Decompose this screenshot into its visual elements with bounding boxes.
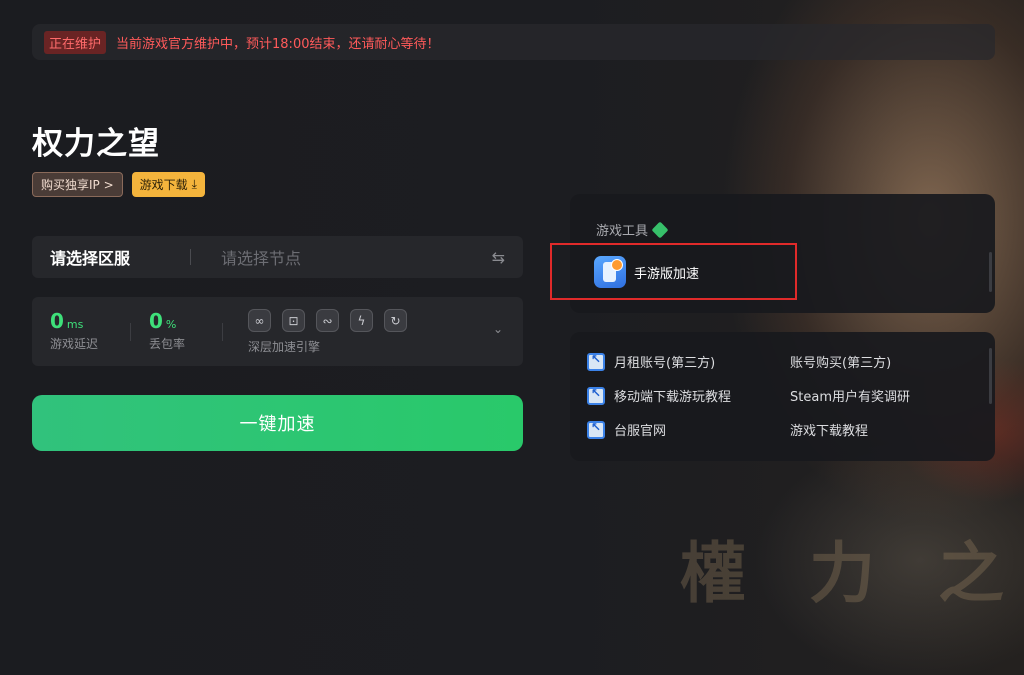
one-click-accelerate-button[interactable]: 一键加速 xyxy=(32,395,523,451)
link-icon xyxy=(587,420,605,439)
buy-exclusive-ip-button[interactable]: 购买独享IP > xyxy=(32,172,123,197)
background-game-logo: 權 力 之 望 xyxy=(680,534,1024,612)
stats-panel: 0 ms 游戏延迟 0% 丢包率 ∞ ⊡ ∾ ϟ ↻ 深层加速引擎 ⌄ xyxy=(32,297,523,366)
engine-icons: ∞ ⊡ ∾ ϟ ↻ xyxy=(248,309,407,332)
route-engine-icon[interactable]: ⊡ xyxy=(282,309,305,332)
maintenance-notice-bar: 正在维护 当前游戏官方维护中，预计18:00结束，还请耐心等待！ xyxy=(32,24,995,60)
link-steam-survey[interactable]: Steam用户有奖调研 xyxy=(790,386,910,405)
game-tools-title: 游戏工具 xyxy=(596,220,669,239)
link-icon xyxy=(587,352,605,371)
chevron-down-icon[interactable]: ⌄ xyxy=(493,322,503,336)
latency-value: 0 xyxy=(50,309,64,333)
game-tags: 购买独享IP > 游戏下载 ⤓ xyxy=(32,172,205,197)
boost-engine-icon[interactable]: ϟ xyxy=(350,309,373,332)
link-icon xyxy=(587,386,605,405)
link-tw-official-site[interactable]: 台服官网 xyxy=(587,420,666,439)
download-icon: ⤓ xyxy=(191,177,197,191)
multi-link-engine-icon[interactable]: ∾ xyxy=(316,309,339,332)
server-divider xyxy=(190,249,191,265)
links-scrollbar[interactable] xyxy=(989,348,992,404)
game-download-label: 游戏下载 xyxy=(139,178,188,192)
link-label: 月租账号(第三方) xyxy=(614,356,716,371)
maintenance-badge: 正在维护 xyxy=(44,30,107,54)
link-label: 移动端下载游玩教程 xyxy=(614,390,732,405)
maintenance-text: 当前游戏官方维护中，预计18:00结束，还请耐心等待！ xyxy=(116,36,440,52)
buy-exclusive-ip-label: 购买独享IP > xyxy=(41,178,114,192)
link-label: 游戏下载教程 xyxy=(790,424,869,439)
link-label: Steam用户有奖调研 xyxy=(790,390,910,405)
packet-loss-label: 丢包率 xyxy=(149,337,186,351)
node-select[interactable]: 请选择节点 xyxy=(221,245,492,269)
links-panel: 月租账号(第三方) 账号购买(第三方) 移动端下载游玩教程 Steam用户有奖调… xyxy=(570,332,995,461)
link-label: 台服官网 xyxy=(614,424,667,439)
link-label: 账号购买(第三方) xyxy=(790,356,892,371)
game-download-button[interactable]: 游戏下载 ⤓ xyxy=(131,172,205,197)
packet-loss-stat: 0% 丢包率 xyxy=(149,309,185,352)
cube-icon xyxy=(651,221,669,238)
server-selector[interactable]: 请选择区服 请选择节点 ⇆ xyxy=(32,236,523,278)
region-select[interactable]: 请选择区服 xyxy=(50,245,190,269)
game-title: 权力之望 xyxy=(32,126,160,162)
packet-loss-unit: % xyxy=(165,318,177,331)
latency-stat: 0 ms 游戏延迟 xyxy=(50,309,98,352)
tools-scrollbar[interactable] xyxy=(989,252,992,292)
reconnect-engine-icon[interactable]: ↻ xyxy=(384,309,407,332)
link-engine-icon[interactable]: ∞ xyxy=(248,309,271,332)
link-download-tutorial[interactable]: 游戏下载教程 xyxy=(790,420,868,439)
link-mobile-tutorial[interactable]: 移动端下载游玩教程 xyxy=(587,386,731,405)
highlight-box xyxy=(550,243,797,300)
latency-unit: ms xyxy=(66,318,84,331)
stat-divider xyxy=(130,323,131,341)
link-account-purchase[interactable]: 账号购买(第三方) xyxy=(790,352,891,371)
game-tools-title-text: 游戏工具 xyxy=(596,224,649,239)
packet-loss-value: 0 xyxy=(149,309,163,333)
latency-label: 游戏延迟 xyxy=(50,337,99,351)
link-monthly-rental[interactable]: 月租账号(第三方) xyxy=(587,352,715,371)
engine-label: 深层加速引擎 xyxy=(248,340,321,354)
stat-divider xyxy=(222,323,223,341)
swap-icon[interactable]: ⇆ xyxy=(492,248,505,267)
